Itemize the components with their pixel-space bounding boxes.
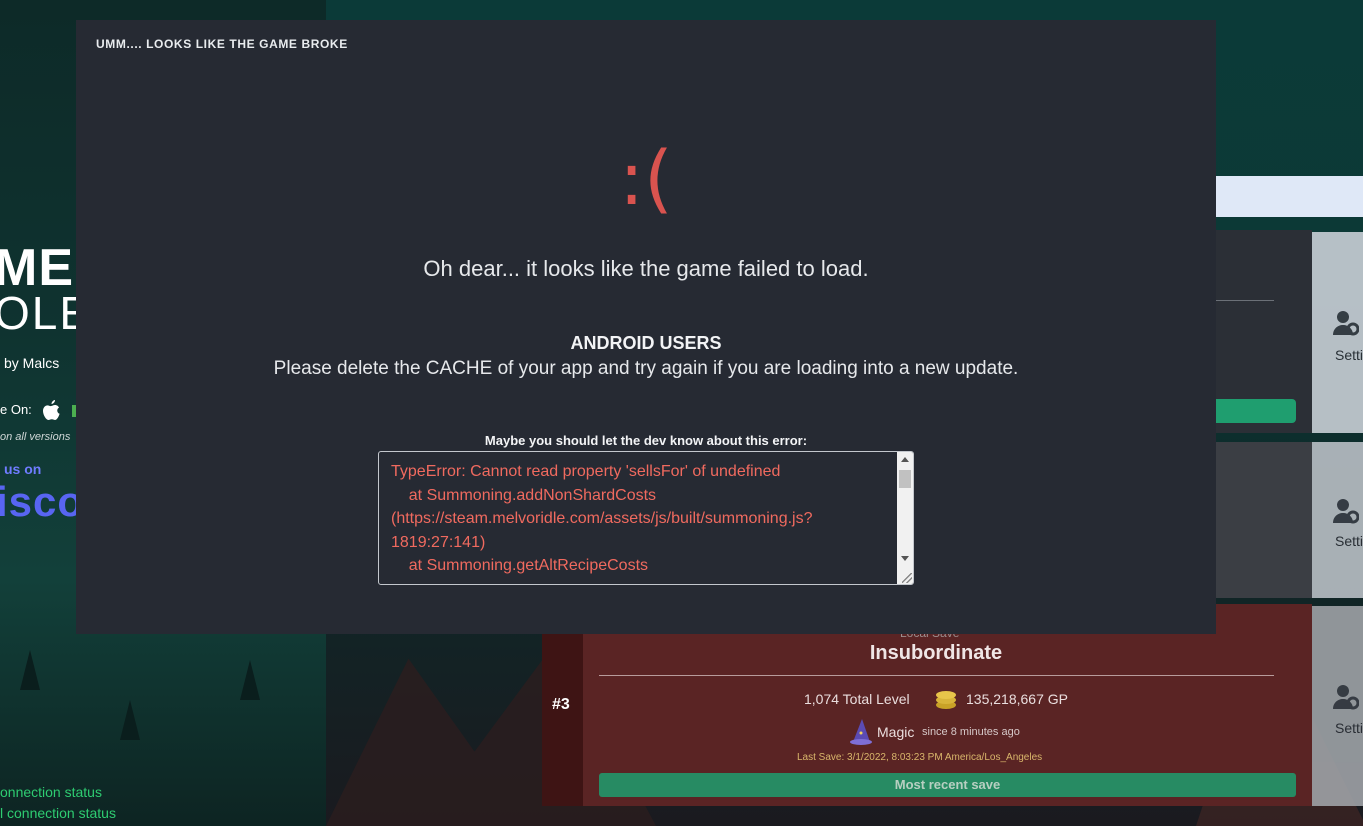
card-divider <box>599 675 1274 676</box>
modal-title: UMM.... LOOKS LIKE THE GAME BROKE <box>96 37 348 51</box>
failed-to-load-message: Oh dear... it looks like the game failed… <box>423 256 869 281</box>
discord-logo-text[interactable]: isco <box>0 478 84 526</box>
error-log-text[interactable]: TypeError: Cannot read property 'sellsFo… <box>391 460 891 578</box>
settings-button-3[interactable]: Settin <box>1312 606 1363 806</box>
person-gear-icon <box>1333 685 1359 710</box>
load-save-button[interactable] <box>1216 399 1296 423</box>
settings-label: Settin <box>1335 533 1363 549</box>
save-card-1 <box>1216 230 1312 433</box>
join-us-label: us on <box>4 461 42 477</box>
settings-label: Settin <box>1335 720 1363 736</box>
error-modal: UMM.... LOOKS LIKE THE GAME BROKE :( Oh … <box>76 20 1216 634</box>
error-log-textarea[interactable]: TypeError: Cannot read property 'sellsFo… <box>378 451 914 585</box>
all-versions-note: on all versions <box>0 431 71 443</box>
settings-button-2[interactable]: Settin <box>1312 442 1363 598</box>
notice-banner <box>1216 176 1363 217</box>
last-save-timestamp: Last Save: 3/1/2022, 8:03:23 PM America/… <box>797 752 1043 763</box>
error-log-scrollbar[interactable] <box>897 452 913 584</box>
apple-icon[interactable] <box>40 399 62 423</box>
gold-coins-icon <box>936 691 956 709</box>
person-gear-icon <box>1333 311 1359 336</box>
total-level: 1,074 Total Level <box>804 691 910 707</box>
scroll-thumb[interactable] <box>899 470 911 488</box>
save-card-2 <box>1216 442 1312 598</box>
sad-face-icon: :( <box>619 136 673 222</box>
tree-silhouette <box>20 650 40 690</box>
tree-silhouette <box>240 660 260 700</box>
card-divider <box>1216 300 1274 301</box>
scroll-up-arrow-icon[interactable] <box>901 457 909 462</box>
android-cache-message: Please delete the CACHE of your app and … <box>273 358 1019 379</box>
settings-label: Settin <box>1335 347 1363 363</box>
skill-name: Magic <box>877 724 915 740</box>
connection-status-2: l connection status <box>0 805 116 821</box>
save-card-3: #3 Local Save Insubordinate 1,074 Total … <box>542 604 1312 806</box>
most-recent-save-button[interactable]: Most recent save <box>599 773 1296 797</box>
wizard-hat-icon <box>850 719 872 745</box>
save-character-name: Insubordinate <box>869 642 1003 664</box>
dev-report-prompt: Maybe you should let the dev know about … <box>484 433 808 448</box>
save-rank: #3 <box>552 696 570 713</box>
author-credit: by Malcs <box>4 355 60 371</box>
tree-silhouette <box>120 700 140 740</box>
skill-since: since 8 minutes ago <box>922 726 1020 738</box>
android-users-heading: ANDROID USERS <box>570 333 722 353</box>
resize-grip-icon[interactable] <box>902 573 912 583</box>
connection-status-1: onnection status <box>0 784 102 800</box>
gp-amount: 135,218,667 GP <box>966 691 1068 707</box>
available-on-label: e On: <box>0 402 32 417</box>
rank-column: #3 <box>542 604 583 806</box>
person-gear-icon <box>1333 499 1359 524</box>
scroll-down-arrow-icon[interactable] <box>901 556 909 561</box>
settings-button-1[interactable]: Settin <box>1312 232 1363 433</box>
